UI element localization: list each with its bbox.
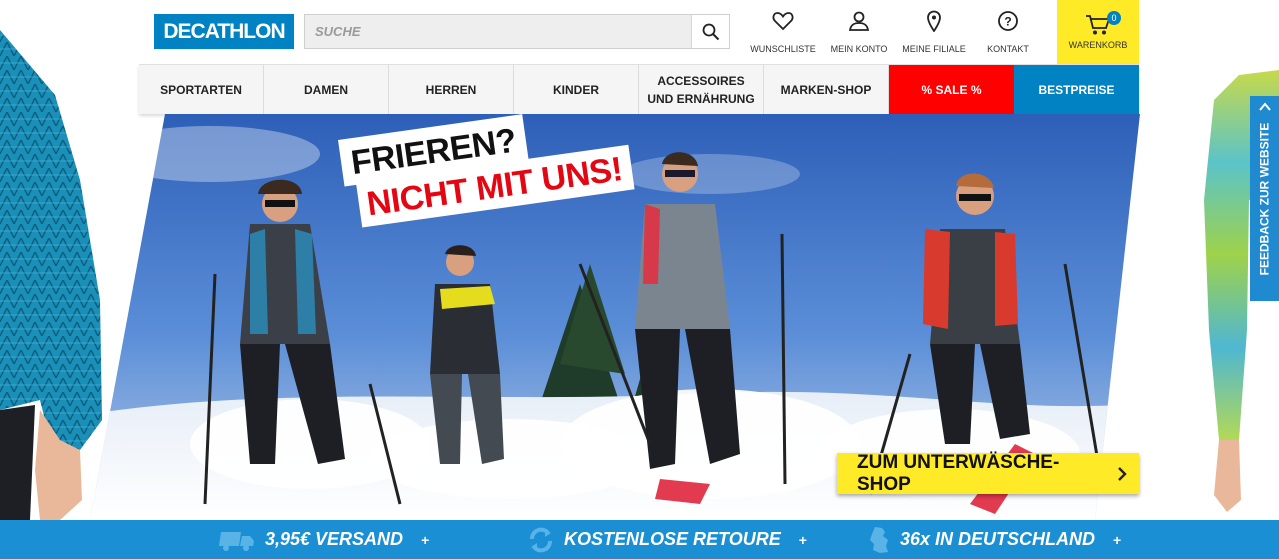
usp-shipping-text: 3,95€ VERSAND [265, 529, 404, 549]
store-label: MEINE FILIALE [902, 44, 966, 54]
nav-item-kinder[interactable]: KINDER [514, 65, 639, 115]
chevron-right-icon [1105, 453, 1139, 494]
nav-item-sale[interactable]: % SALE % [889, 65, 1014, 115]
store-button[interactable]: MEINE FILIALE [902, 10, 966, 54]
truck-icon [219, 531, 254, 551]
account-label: MEIN KONTO [830, 44, 888, 54]
page: DECATHLON WUNSCHLISTE MEIN KONTO MEINE F… [0, 0, 1279, 559]
usp-item-stores[interactable]: 36x IN DEUTSCHLAND + [868, 520, 1121, 559]
location-pin-icon [927, 10, 941, 32]
nav-item-marken-shop[interactable]: MARKEN-SHOP [764, 65, 889, 115]
plus-icon: + [798, 531, 807, 548]
usp-bar: 3,95€ VERSAND + KOSTENLOSE RETOURE + 36x… [0, 520, 1279, 559]
main-navigation: SPORTARTEN DAMEN HERREN KINDER ACCESSOIR… [139, 64, 1139, 115]
nav-item-damen[interactable]: DAMEN [264, 65, 389, 115]
search-icon [702, 23, 719, 40]
cta-label: ZUM UNTERWÄSCHE-SHOP [857, 451, 1060, 495]
chevron-up-icon [1259, 102, 1271, 111]
search-bar [304, 14, 730, 49]
wishlist-label: WUNSCHLISTE [750, 44, 816, 54]
contact-button[interactable]: ? KONTAKT [987, 10, 1029, 54]
germany-map-icon [870, 526, 888, 553]
user-icon [848, 11, 870, 31]
heart-icon [772, 12, 794, 31]
feedback-label: FEEDBACK ZUR WEBSITE [1257, 122, 1272, 275]
contact-label: KONTAKT [987, 44, 1029, 54]
plus-icon: + [421, 531, 430, 548]
nav-item-bestpreise[interactable]: BESTPREISE [1014, 65, 1139, 115]
return-arrows-icon [530, 527, 552, 552]
decathlon-logo[interactable]: DECATHLON [154, 14, 294, 49]
nav-item-sportarten[interactable]: SPORTARTEN [139, 65, 264, 115]
nav-item-accessoires[interactable]: ACCESSOIRES UND ERNÄHRUNG [639, 65, 764, 115]
feedback-tab[interactable]: FEEDBACK ZUR WEBSITE [1250, 96, 1279, 301]
svg-text:?: ? [1004, 15, 1011, 29]
cart-button[interactable]: WARENKORB 0 [1057, 0, 1139, 64]
plus-icon: + [1113, 531, 1122, 548]
wishlist-button[interactable]: WUNSCHLISTE [750, 10, 816, 54]
usp-item-shipping[interactable]: 3,95€ VERSAND + [217, 520, 429, 559]
usp-item-returns[interactable]: KOSTENLOSE RETOURE + [528, 520, 807, 559]
search-button[interactable] [691, 15, 729, 48]
cart-count-badge: 0 [1107, 11, 1121, 25]
question-icon: ? [998, 11, 1018, 31]
logo-text: DECATHLON [163, 19, 285, 43]
usp-returns-text: KOSTENLOSE RETOURE [564, 529, 781, 549]
usp-stores-text: 36x IN DEUTSCHLAND [900, 529, 1096, 549]
account-button[interactable]: MEIN KONTO [831, 10, 887, 54]
search-input[interactable] [305, 15, 691, 48]
cart-label: WARENKORB [1068, 40, 1128, 50]
underwear-shop-cta-button[interactable]: ZUM UNTERWÄSCHE-SHOP [837, 451, 1139, 495]
nav-item-herren[interactable]: HERREN [389, 65, 514, 115]
